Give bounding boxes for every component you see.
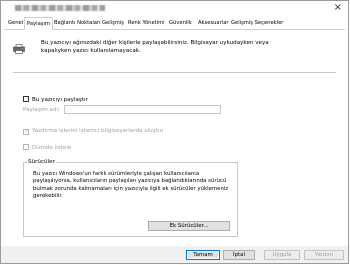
drivers-group: Sürücüler Bu yazıcı Windows'un farklı sü… [23, 159, 238, 237]
share-name-label: Paylaşım adı: [23, 107, 60, 113]
help-button[interactable]: Yardım [304, 250, 344, 260]
window-title-redacted [15, 5, 105, 11]
printer-icon [13, 44, 25, 54]
tab-security[interactable]: Güvenlik [167, 19, 194, 28]
render-jobs-checkbox[interactable]: Yazdırma işlerini istemci bilgisayarlard… [23, 128, 164, 135]
checkbox-box[interactable] [23, 144, 29, 150]
list-in-directory-label: Dizinde listele [32, 145, 72, 151]
tab-ports[interactable]: Bağlantı Noktaları [52, 19, 103, 28]
sharing-panel: Bu yazıcıyı ağınızdaki diğer kişilerle p… [4, 30, 345, 246]
checkbox-box[interactable] [23, 96, 29, 102]
drivers-group-title: Sürücüler [27, 159, 56, 165]
tab-color-management[interactable]: Renk Yönetimi [126, 19, 167, 28]
cancel-button[interactable]: İptal [223, 250, 255, 260]
tab-general[interactable]: Genel [6, 19, 25, 28]
printer-properties-window: × Genel Paylaşım Bağlantı Noktaları Geli… [0, 0, 349, 264]
tab-advanced[interactable]: Gelişmiş [100, 19, 126, 28]
tab-advanced-options[interactable]: Gelişmiş Seçenekler [229, 19, 285, 28]
drivers-description: Bu yazıcı Windows'un farklı sürümleriyle… [33, 171, 229, 200]
dialog-footer: Tamam İptal Uygula Yardım [1, 246, 348, 263]
tab-accessories[interactable]: Aksesuarlar [196, 19, 231, 28]
close-icon[interactable]: × [334, 2, 342, 14]
checkbox-box[interactable] [23, 129, 29, 135]
share-name-input[interactable] [64, 105, 221, 114]
apply-button[interactable]: Uygula [264, 250, 300, 260]
title-bar: × [1, 1, 348, 17]
divider [13, 72, 336, 73]
share-printer-label: Bu yazıcıyı paylaştır [32, 97, 88, 103]
list-in-directory-checkbox[interactable]: Dizinde listele [23, 144, 71, 151]
share-printer-checkbox[interactable]: Bu yazıcıyı paylaştır [23, 96, 88, 103]
tab-strip: Genel Paylaşım Bağlantı Noktaları Gelişm… [4, 17, 345, 31]
ok-button[interactable]: Tamam [186, 250, 220, 260]
render-jobs-label: Yazdırma işlerini istemci bilgisayarlard… [32, 128, 164, 134]
sharing-description: Bu yazıcıyı ağınızdaki diğer kişilerle p… [41, 40, 269, 54]
additional-drivers-button[interactable]: Ek Sürücüler... [148, 221, 230, 231]
tab-sharing[interactable]: Paylaşım [24, 17, 53, 31]
